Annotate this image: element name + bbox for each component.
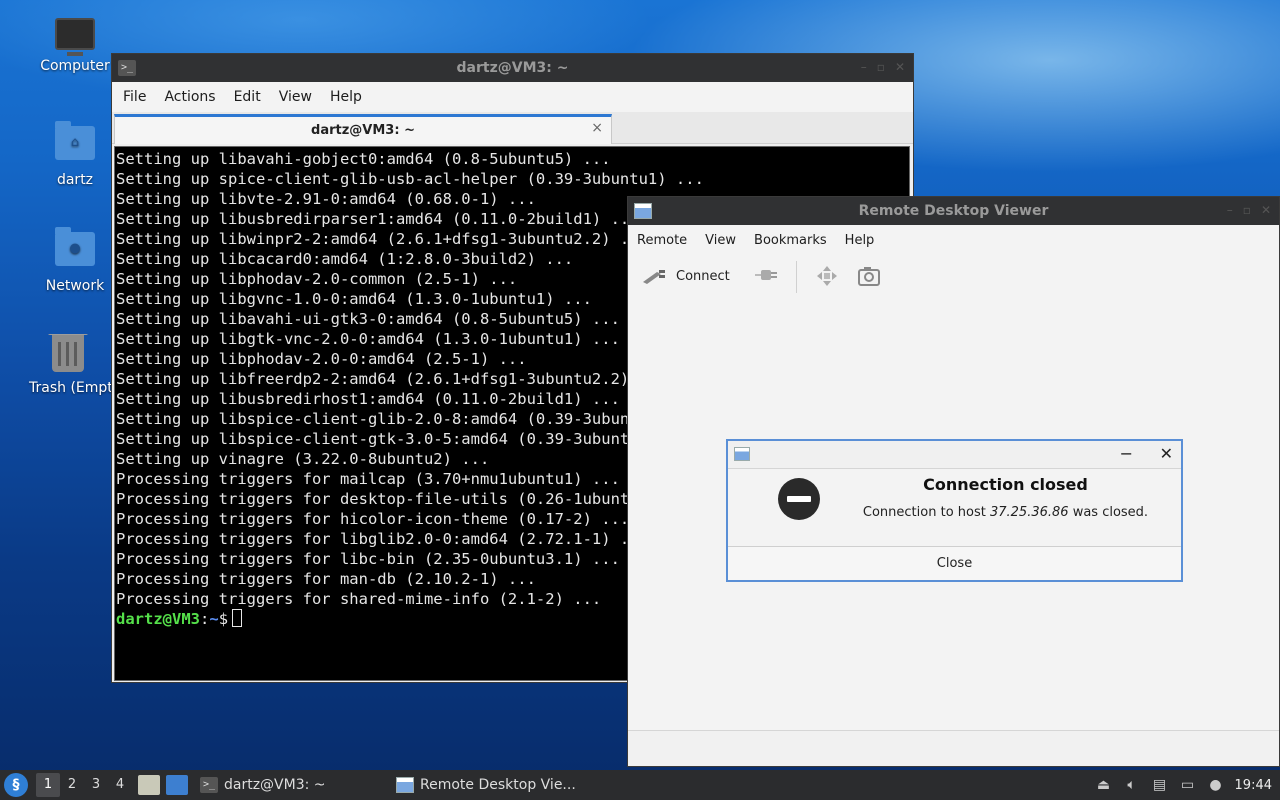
menu-actions[interactable]: Actions — [155, 89, 224, 105]
terminal-titlebar[interactable]: >_ dartz@VM3: ~ – ▫ ✕ — [112, 54, 913, 82]
tab-close-icon[interactable]: × — [591, 120, 603, 136]
file-manager-icon[interactable] — [138, 775, 160, 795]
minimize-icon[interactable]: − — [1120, 444, 1133, 463]
workspace-1[interactable]: 1 — [36, 773, 60, 797]
rdv-titlebar[interactable]: Remote Desktop Viewer – ▫ ✕ — [628, 197, 1279, 225]
menu-bookmarks[interactable]: Bookmarks — [745, 233, 836, 248]
menu-view[interactable]: View — [696, 233, 745, 248]
terminal-menubar: File Actions Edit View Help — [112, 82, 913, 112]
menu-remote[interactable]: Remote — [628, 233, 696, 248]
clock[interactable]: 19:44 — [1235, 778, 1272, 793]
dialog-message: Connection to host 37.25.36.86 was close… — [728, 505, 1280, 520]
window-title: dartz@VM3: ~ — [456, 60, 569, 76]
rdv-statusbar — [628, 730, 1279, 766]
connect-button[interactable]: Connect — [636, 260, 734, 294]
volume-icon[interactable]: 🔈︎ — [1123, 776, 1141, 794]
eject-icon[interactable]: ⏏ — [1095, 776, 1113, 794]
start-menu-icon[interactable]: § — [4, 773, 28, 797]
close-button[interactable]: Close — [728, 546, 1181, 580]
camera-icon — [855, 264, 883, 290]
prompt-separator: : — [200, 610, 210, 628]
tab-label: dartz@VM3: ~ — [311, 123, 415, 138]
desktop-icon-label: Computer — [40, 58, 110, 74]
close-icon[interactable]: ✕ — [895, 60, 905, 74]
minimize-icon[interactable]: – — [861, 60, 867, 74]
prompt-symbol: $ — [218, 610, 229, 628]
desktop-icon-label: Network — [45, 278, 105, 294]
terminal-icon: >_ — [200, 777, 218, 793]
desktop-icon-trash[interactable]: Trash (Empty) — [25, 334, 111, 396]
window-title: Remote Desktop Viewer — [858, 203, 1049, 219]
remote-desktop-icon — [734, 447, 750, 461]
prompt-user: dartz@VM3 — [116, 610, 200, 628]
maximize-icon[interactable]: ▫ — [877, 60, 885, 74]
task-remote-desktop[interactable]: Remote Desktop Vie... — [390, 771, 582, 799]
task-label: dartz@VM3: ~ — [224, 777, 326, 793]
message-prefix: Connection to host — [862, 505, 990, 520]
rdv-toolbar: Connect — [628, 255, 1279, 299]
plug-connect-icon — [640, 264, 668, 290]
workspace-2[interactable]: 2 — [60, 773, 84, 797]
desktop-icon-home[interactable]: ⌂ dartz — [25, 121, 125, 188]
move-arrows-icon — [813, 264, 841, 290]
terminal-tabbar: dartz@VM3: ~ × — [112, 112, 913, 144]
show-desktop-icon[interactable] — [166, 775, 188, 795]
menu-view[interactable]: View — [270, 89, 321, 105]
network-folder-icon: ● — [53, 227, 97, 272]
network-icon[interactable]: ▭ — [1179, 776, 1197, 794]
disconnect-button[interactable] — [748, 260, 784, 294]
clipboard-icon[interactable]: ▤ — [1151, 776, 1169, 794]
remote-desktop-icon — [396, 777, 414, 793]
toolbar-separator — [795, 260, 797, 293]
terminal-icon: >_ — [118, 60, 136, 76]
terminal-tab[interactable]: dartz@VM3: ~ × — [114, 114, 612, 144]
menu-help[interactable]: Help — [321, 89, 371, 105]
window-controls: – ▫ ✕ — [861, 60, 905, 74]
taskbar: § 1 2 3 4 >_ dartz@VM3: ~ Remote Desktop… — [0, 770, 1280, 800]
host-address: 37.25.36.86 — [989, 505, 1069, 520]
menu-edit[interactable]: Edit — [225, 89, 270, 105]
terminal-line: Setting up libavahi-gobject0:amd64 (0.8-… — [116, 150, 611, 168]
desktop-icon-computer[interactable]: Computer — [25, 18, 125, 74]
plug-disconnect-icon — [752, 264, 780, 290]
desktop-icon-network[interactable]: ● Network — [25, 227, 125, 294]
close-icon[interactable]: ✕ — [1261, 203, 1271, 217]
dialog-heading: Connection closed — [923, 475, 1088, 494]
task-terminal[interactable]: >_ dartz@VM3: ~ — [194, 771, 390, 799]
menu-help[interactable]: Help — [836, 233, 884, 248]
computer-icon — [53, 18, 97, 58]
update-notifier-icon[interactable]: ● — [1207, 776, 1225, 794]
prompt-path: ~ — [209, 610, 219, 628]
screenshot-button[interactable] — [851, 260, 887, 294]
minimize-icon[interactable]: – — [1227, 203, 1233, 217]
menu-file[interactable]: File — [114, 89, 155, 105]
window-controls: – ▫ ✕ — [1227, 203, 1271, 217]
message-suffix: was closed. — [1068, 505, 1149, 520]
text-cursor — [232, 609, 243, 627]
rdv-menubar: Remote View Bookmarks Help — [628, 225, 1279, 255]
remote-desktop-icon — [634, 203, 652, 219]
close-icon[interactable]: ✕ — [1160, 444, 1173, 463]
home-folder-icon: ⌂ — [53, 121, 97, 166]
trash-icon — [46, 334, 90, 374]
task-label: Remote Desktop Vie... — [420, 777, 576, 793]
dialog-titlebar[interactable]: − ✕ — [728, 441, 1181, 469]
connection-closed-dialog[interactable]: − ✕ Connection closed Connection to host… — [726, 439, 1183, 582]
system-tray: ⏏ 🔈︎ ▤ ▭ ● 19:44 — [1095, 770, 1280, 800]
connect-label: Connect — [676, 269, 730, 284]
terminal-line: Setting up spice-client-glib-usb-acl-hel… — [116, 170, 704, 188]
desktop-icon-label: dartz — [56, 172, 94, 188]
fullscreen-button[interactable] — [809, 260, 845, 294]
workspace-4[interactable]: 4 — [108, 773, 132, 797]
workspace-3[interactable]: 3 — [84, 773, 108, 797]
maximize-icon[interactable]: ▫ — [1243, 203, 1251, 217]
desktop-icon-label: Trash (Empty) — [29, 380, 111, 396]
